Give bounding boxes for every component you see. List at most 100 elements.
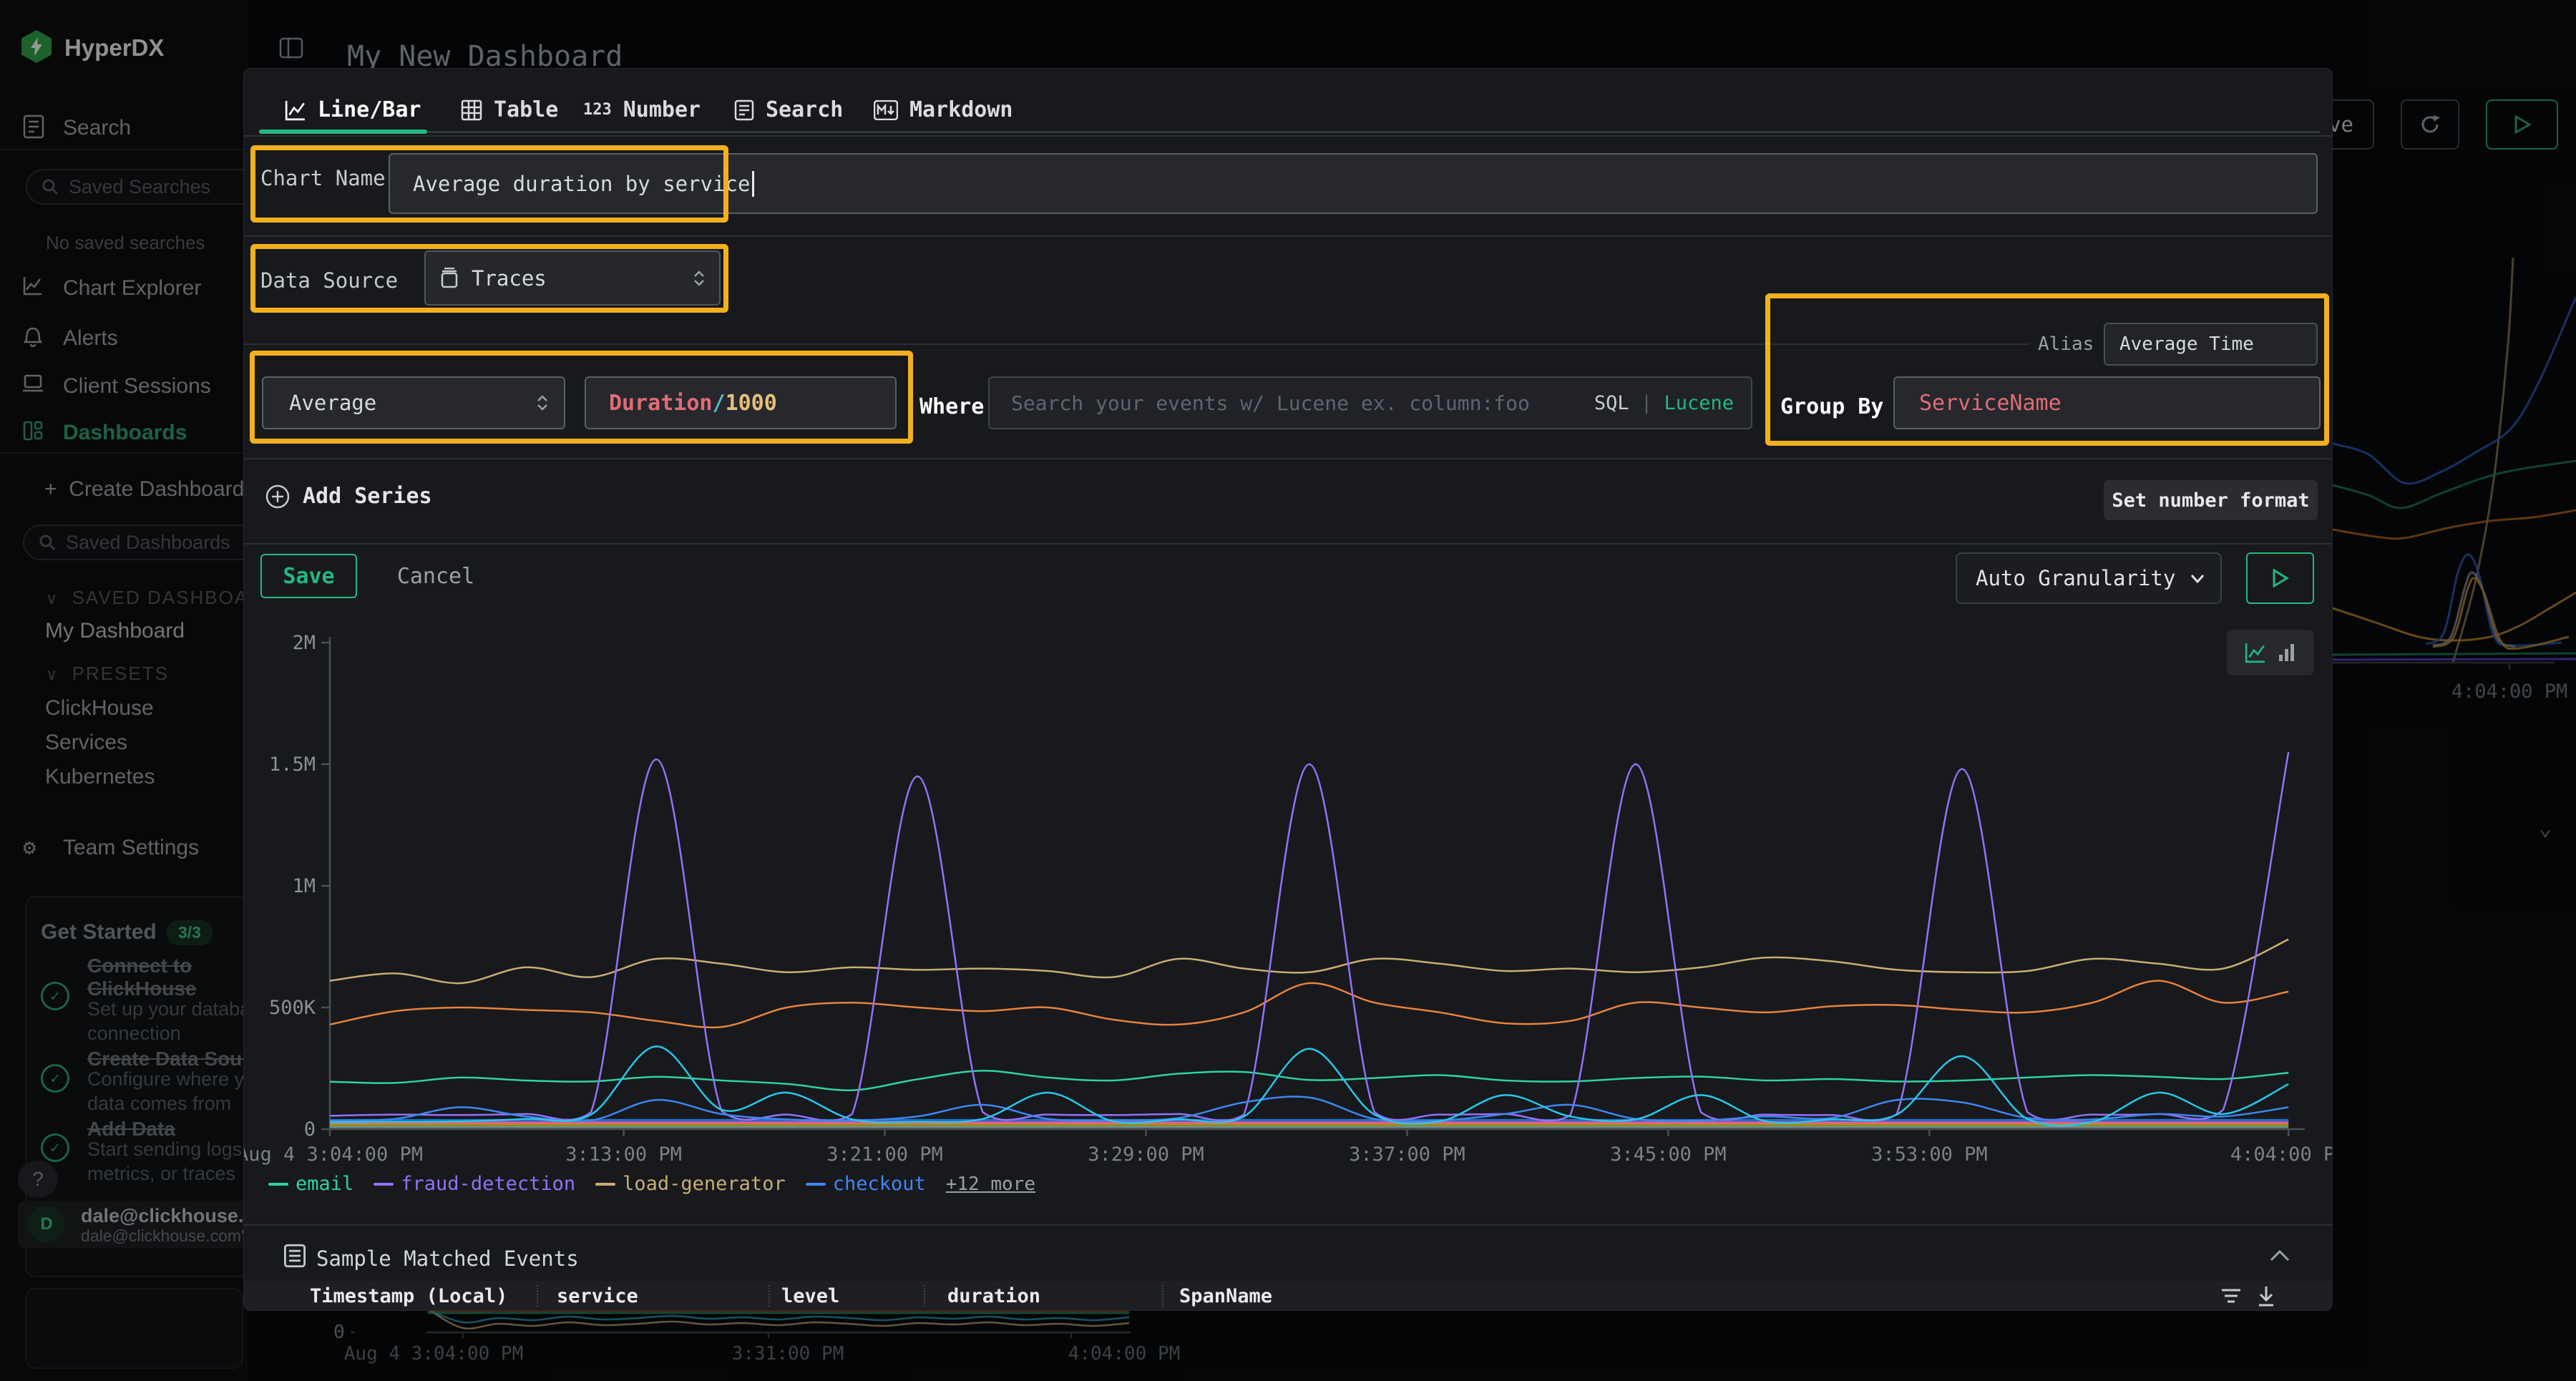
chart-name-input[interactable]: Average duration by service: [389, 153, 2318, 214]
where-label: Where: [919, 394, 984, 419]
sql-option[interactable]: SQL: [1594, 392, 1629, 414]
filter-icon[interactable]: [2220, 1287, 2242, 1307]
svg-text:3:21:00 PM: 3:21:00 PM: [826, 1143, 943, 1166]
section-divider: [244, 343, 2029, 345]
tab-number[interactable]: 123 Number: [583, 97, 701, 122]
group-by-value: ServiceName: [1919, 391, 2062, 416]
text-caret: [752, 171, 754, 197]
legend-label: email: [296, 1173, 353, 1195]
app-screen: HyperDX Search Saved Searches No saved s…: [0, 0, 2576, 1381]
svg-text:Aug 4 3:04:00 PM: Aug 4 3:04:00 PM: [244, 1143, 423, 1166]
save-button[interactable]: Save: [260, 554, 357, 598]
legend-dash-icon: [806, 1183, 826, 1186]
chevron-down-icon: [2190, 574, 2205, 583]
legend-label: checkout: [833, 1173, 926, 1195]
tab-label: Table: [494, 97, 558, 122]
table-header-row: Timestamp (Local) service level duration…: [244, 1281, 2333, 1311]
chart-name-label: Chart Name: [260, 166, 386, 190]
column-header[interactable]: Timestamp (Local): [310, 1285, 507, 1307]
language-divider: |: [1641, 392, 1652, 414]
play-icon: [2272, 569, 2289, 587]
tab-label: Markdown: [909, 97, 1013, 122]
data-source-label: Data Source: [260, 268, 398, 293]
active-tab-indicator: [259, 130, 427, 134]
column-separator: [1162, 1285, 1163, 1307]
collapse-chevron-icon[interactable]: [2269, 1249, 2290, 1262]
where-placeholder: Search your events w/ Lucene ex. column:…: [1011, 391, 1530, 415]
tab-table[interactable]: Table: [461, 97, 558, 122]
legend-item[interactable]: checkout: [806, 1173, 926, 1195]
select-chevrons-icon: [537, 395, 548, 411]
tab-label: Number: [623, 97, 701, 122]
database-icon: [440, 268, 459, 289]
query-language-toggle[interactable]: SQL | Lucene: [1594, 392, 1734, 414]
tab-line-bar[interactable]: Line/Bar: [285, 97, 421, 122]
column-separator: [924, 1285, 925, 1307]
alias-input[interactable]: Average Time: [2104, 323, 2318, 366]
legend-dash-icon: [268, 1183, 288, 1186]
svg-text:4:04:00 PM: 4:04:00 PM: [2230, 1143, 2333, 1166]
download-icon[interactable]: [2256, 1285, 2276, 1308]
tab-markdown[interactable]: Markdown: [874, 97, 1013, 122]
column-header[interactable]: duration: [947, 1285, 1040, 1307]
field-expression-value: Duration/1000: [609, 391, 777, 416]
svg-text:1M: 1M: [292, 875, 316, 897]
chart-editor-modal: Line/Bar Table 123 Number Search Markdow…: [243, 68, 2333, 1311]
list-icon: [283, 1244, 306, 1268]
svg-text:3:29:00 PM: 3:29:00 PM: [1088, 1143, 1204, 1166]
where-search-input[interactable]: Search your events w/ Lucene ex. column:…: [988, 376, 1752, 429]
aggregation-select[interactable]: Average: [262, 376, 565, 429]
circle-plus-icon: [265, 484, 290, 509]
svg-text:2M: 2M: [292, 632, 316, 654]
svg-text:0: 0: [304, 1118, 316, 1141]
svg-text:1.5M: 1.5M: [269, 753, 316, 776]
data-source-value: Traces: [472, 266, 547, 291]
chart-legend: email fraud-detection load-generator checko…: [268, 1173, 1035, 1195]
legend-more-link[interactable]: +12 more: [946, 1173, 1035, 1195]
legend-dash-icon: [595, 1183, 615, 1186]
legend-item[interactable]: load-generator: [595, 1173, 786, 1195]
column-header[interactable]: SpanName: [1179, 1285, 1272, 1307]
select-chevrons-icon: [693, 270, 705, 286]
document-icon: [734, 99, 754, 121]
svg-text:500K: 500K: [269, 997, 316, 1019]
tab-label: Search: [766, 97, 843, 122]
alias-label: Alias: [2038, 333, 2094, 355]
legend-item[interactable]: email: [268, 1173, 353, 1195]
sample-events-title: Sample Matched Events: [316, 1246, 579, 1271]
tab-label: Line/Bar: [318, 97, 421, 122]
alias-value: Average Time: [2119, 333, 2254, 355]
group-by-input[interactable]: ServiceName: [1893, 376, 2321, 429]
column-separator: [769, 1285, 770, 1307]
set-number-format-button[interactable]: Set number format: [2104, 480, 2318, 520]
granularity-select[interactable]: Auto Granularity: [1956, 552, 2222, 604]
main-chart[interactable]: 0 500K 1M 1.5M 2M Aug 4 3:04:00 PM 3:13:00 PM 3…: [244, 620, 2333, 1178]
tab-underline-track: [259, 131, 2320, 133]
line-chart-icon: [285, 99, 306, 121]
legend-dash-icon: [374, 1183, 394, 1186]
granularity-value: Auto Granularity: [1976, 566, 2175, 590]
svg-text:3:37:00 PM: 3:37:00 PM: [1349, 1143, 1465, 1166]
legend-item[interactable]: fraud-detection: [374, 1173, 575, 1195]
legend-label: load-generator: [623, 1173, 786, 1195]
table-icon: [461, 99, 482, 121]
column-header[interactable]: level: [781, 1285, 839, 1307]
preview-run-button[interactable]: [2246, 552, 2314, 604]
lucene-option[interactable]: Lucene: [1664, 392, 1734, 414]
column-header[interactable]: service: [557, 1285, 638, 1307]
markdown-icon: [874, 100, 898, 120]
add-series-label: Add Series: [303, 484, 432, 509]
chart-name-value: Average duration by service: [413, 172, 750, 196]
number-123-icon: 123: [583, 101, 612, 119]
svg-text:3:45:00 PM: 3:45:00 PM: [1610, 1143, 1727, 1166]
group-by-label: Group By: [1780, 394, 1884, 419]
add-series-button[interactable]: Add Series: [265, 484, 432, 509]
tab-search[interactable]: Search: [734, 97, 843, 122]
cancel-button[interactable]: Cancel: [382, 554, 489, 598]
aggregation-value: Average: [289, 391, 376, 415]
field-expression-input[interactable]: Duration/1000: [585, 376, 897, 429]
column-separator: [537, 1285, 538, 1307]
svg-text:3:13:00 PM: 3:13:00 PM: [565, 1143, 682, 1166]
data-source-select[interactable]: Traces: [424, 250, 721, 306]
svg-text:3:53:00 PM: 3:53:00 PM: [1871, 1143, 1988, 1166]
